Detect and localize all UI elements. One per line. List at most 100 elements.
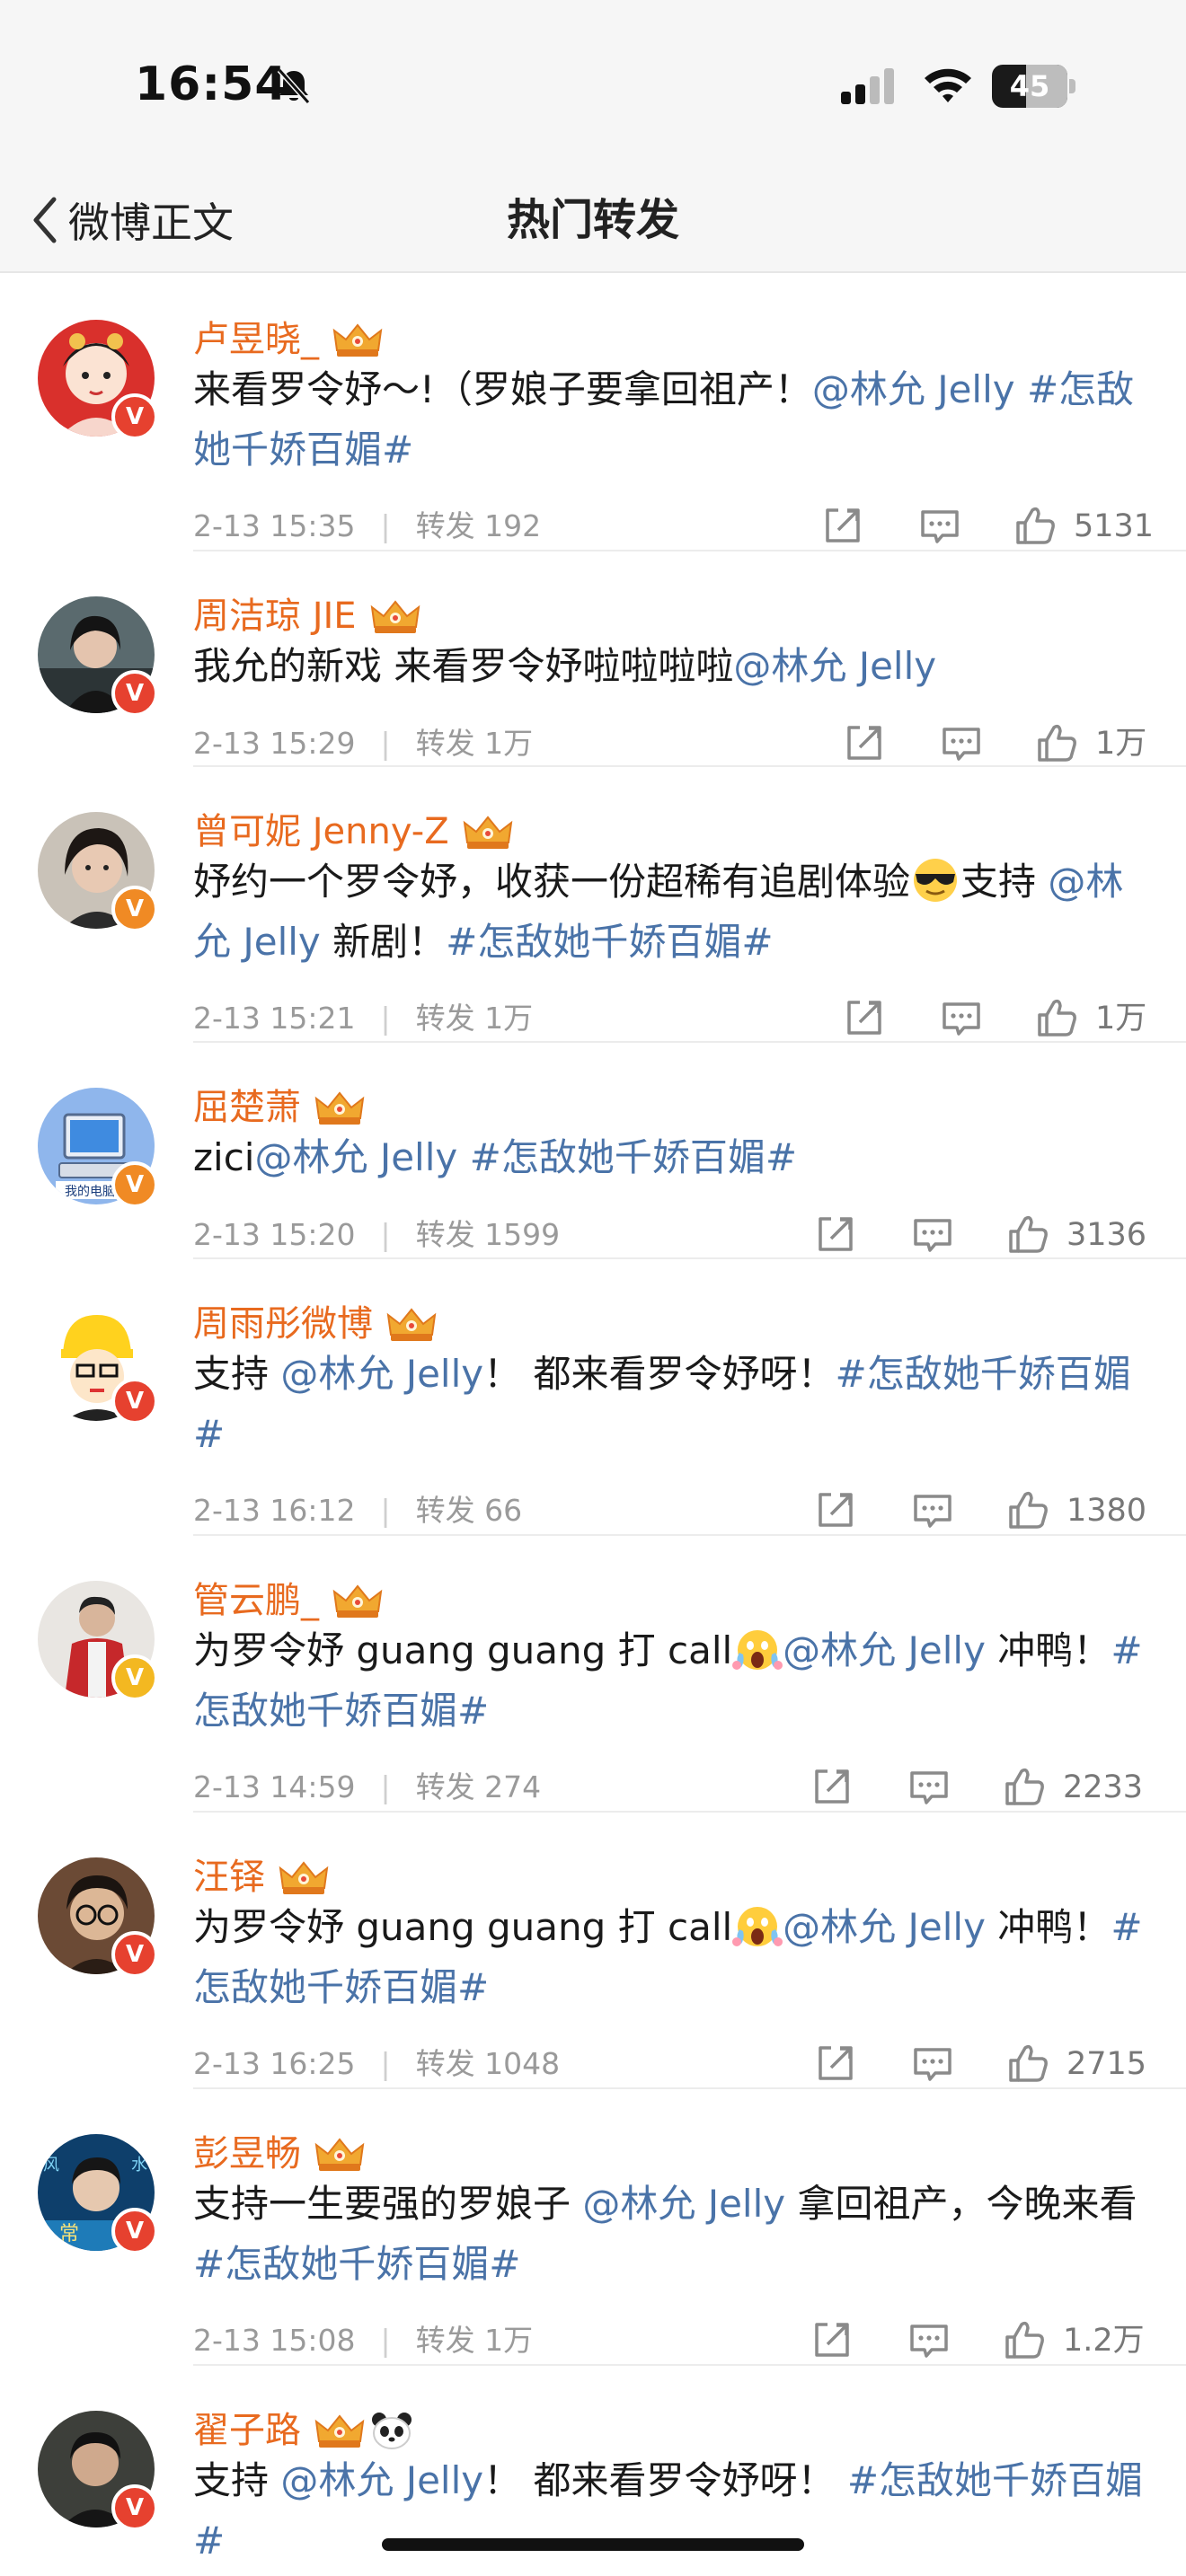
comment-icon[interactable] [907,2317,951,2362]
avatar[interactable]: V [38,2411,158,2531]
silent-bell-icon [277,68,311,104]
scream-emoji [732,1902,783,1949]
user-name[interactable]: 汪铎 [193,1852,330,1902]
battery-level: 45 [1009,69,1050,103]
comment-icon[interactable] [910,1487,955,1532]
avatar[interactable]: V [38,320,158,440]
user-name[interactable]: 周雨彤微博 [193,1299,438,1349]
post-actions: 1380 [0,1487,1186,1534]
verified-badge-icon: V [111,1931,158,1978]
like-count: 1万 [1095,1001,1147,1037]
mention-link[interactable]: @林允 Jelly [783,1905,986,1949]
divider [193,550,1186,551]
verified-badge-icon: V [111,2484,158,2531]
avatar[interactable]: 我的电脑 V [38,1088,158,1208]
text-span: 支持 [193,1352,281,1396]
verified-badge-icon: V [111,393,158,440]
nav-bar: 微博正文 热门转发 [0,171,1186,271]
like-icon[interactable] [1002,2317,1047,2362]
user-name[interactable]: 卢昱晓_ [193,314,384,365]
avatar[interactable]: V [38,1581,158,1701]
repost-share-icon[interactable] [813,1487,858,1532]
user-name-text: 翟子路 [193,2410,301,2451]
repost-text: 支持一生要强的罗娘子 @林允 Jelly 拿回祖产，今晚来看 #怎敌她千娇百媚# [193,2174,1146,2294]
like-icon[interactable] [1013,503,1058,548]
crown-icon [462,812,514,851]
panda-icon [369,2411,414,2450]
mention-link[interactable]: @林允 Jelly [280,1352,483,1396]
back-button[interactable]: 微博正文 [27,187,234,253]
mention-link[interactable]: @林允 Jelly [254,1135,457,1179]
like-icon[interactable] [1005,1212,1050,1257]
repost-share-icon[interactable] [810,2317,854,2362]
crown-icon [278,1857,330,1897]
text-span [457,1135,469,1179]
text-span: ！ 都来看罗令妤呀！ [483,1352,836,1396]
topic-link[interactable]: #怎敌她千娇百媚# [193,2242,520,2286]
repost-text: 我允的新戏 来看罗令妤啦啦啦啦@林允 Jelly [193,636,1146,696]
repost-share-icon[interactable] [842,995,887,1040]
mention-link[interactable]: @林允 Jelly [582,2182,785,2226]
repost-text: 来看罗令妤～!（罗娘子要拿回祖产！@林允 Jelly #怎敌她千娇百媚# [193,359,1146,480]
comment-icon[interactable] [917,503,962,548]
avatar[interactable]: 常 风 水 V [38,2134,158,2254]
like-icon[interactable] [1034,720,1079,765]
topic-link[interactable]: #怎敌她千娇百媚# [446,920,773,964]
repost-share-icon[interactable] [842,720,887,765]
user-name[interactable]: 翟子路 [193,2405,414,2456]
repost-text: 支持 @林允 Jelly！ 都来看罗令妤呀！#怎敌她千娇百媚# [193,1344,1146,1464]
post-actions: 2715 [0,2041,1186,2087]
crown-icon [314,2134,366,2174]
like-count: 2715 [1067,2046,1147,2082]
mention-link[interactable]: @林允 Jelly [812,367,1015,411]
text-span: 冲鸭！ [985,1628,1111,1672]
verified-badge-icon: V [111,1654,158,1701]
avatar[interactable]: V [38,1857,158,1978]
mention-link[interactable]: @林允 Jelly [280,2458,483,2502]
verified-badge-icon: V [111,1161,158,1208]
divider [193,2087,1186,2089]
repost-share-icon[interactable] [820,503,865,548]
avatar[interactable]: V [38,596,158,717]
mention-link[interactable]: @林允 Jelly [783,1628,986,1672]
like-icon[interactable] [1005,1487,1050,1532]
comment-icon[interactable] [910,1212,955,1257]
mention-link[interactable]: @林允 Jelly [733,644,936,688]
comment-icon[interactable] [939,995,984,1040]
user-name[interactable]: 曾可妮 Jenny-Z [193,807,514,857]
user-name[interactable]: 周洁琼 JIE [193,591,421,641]
user-name[interactable]: 屈楚萧 [193,1082,366,1133]
repost-share-icon[interactable] [813,1212,858,1257]
comment-icon[interactable] [939,720,984,765]
like-icon[interactable] [1005,2041,1050,2086]
like-icon[interactable] [1034,995,1079,1040]
svg-text:常: 常 [59,2223,79,2245]
verified-badge-icon: V [111,2208,158,2254]
text-span: 冲鸭！ [985,1905,1111,1949]
home-indicator[interactable] [382,2538,804,2551]
text-span: ！ 都来看罗令妤呀！ [483,2458,847,2502]
user-name-text: 汪铎 [193,1857,265,1898]
post-actions: 5131 [0,503,1186,550]
like-count: 5131 [1074,508,1155,544]
repost-text: 支持 @林允 Jelly！ 都来看罗令妤呀！ #怎敌她千娇百媚# [193,2450,1146,2571]
user-name-text: 周雨彤微博 [193,1303,373,1345]
svg-text:风: 风 [43,2156,59,2175]
comment-icon[interactable] [907,1764,951,1809]
text-span: 来看罗令妤～!（罗娘子要拿回祖产！ [193,367,812,411]
divider [193,765,1186,767]
like-count: 1380 [1067,1493,1147,1529]
like-icon[interactable] [1002,1764,1047,1809]
avatar[interactable]: V [38,1304,158,1425]
crown-icon [332,1581,384,1620]
repost-share-icon[interactable] [810,1764,854,1809]
comment-icon[interactable] [910,2041,955,2086]
topic-link[interactable]: #怎敌她千娇百媚# [470,1135,797,1179]
crown-icon [332,320,384,359]
avatar[interactable]: V [38,812,158,932]
repost-share-icon[interactable] [813,2041,858,2086]
post-actions: 2233 [0,1764,1186,1811]
back-label: 微博正文 [68,198,234,247]
user-name[interactable]: 管云鹏_ [193,1575,384,1626]
user-name[interactable]: 彭昱畅 [193,2129,366,2179]
